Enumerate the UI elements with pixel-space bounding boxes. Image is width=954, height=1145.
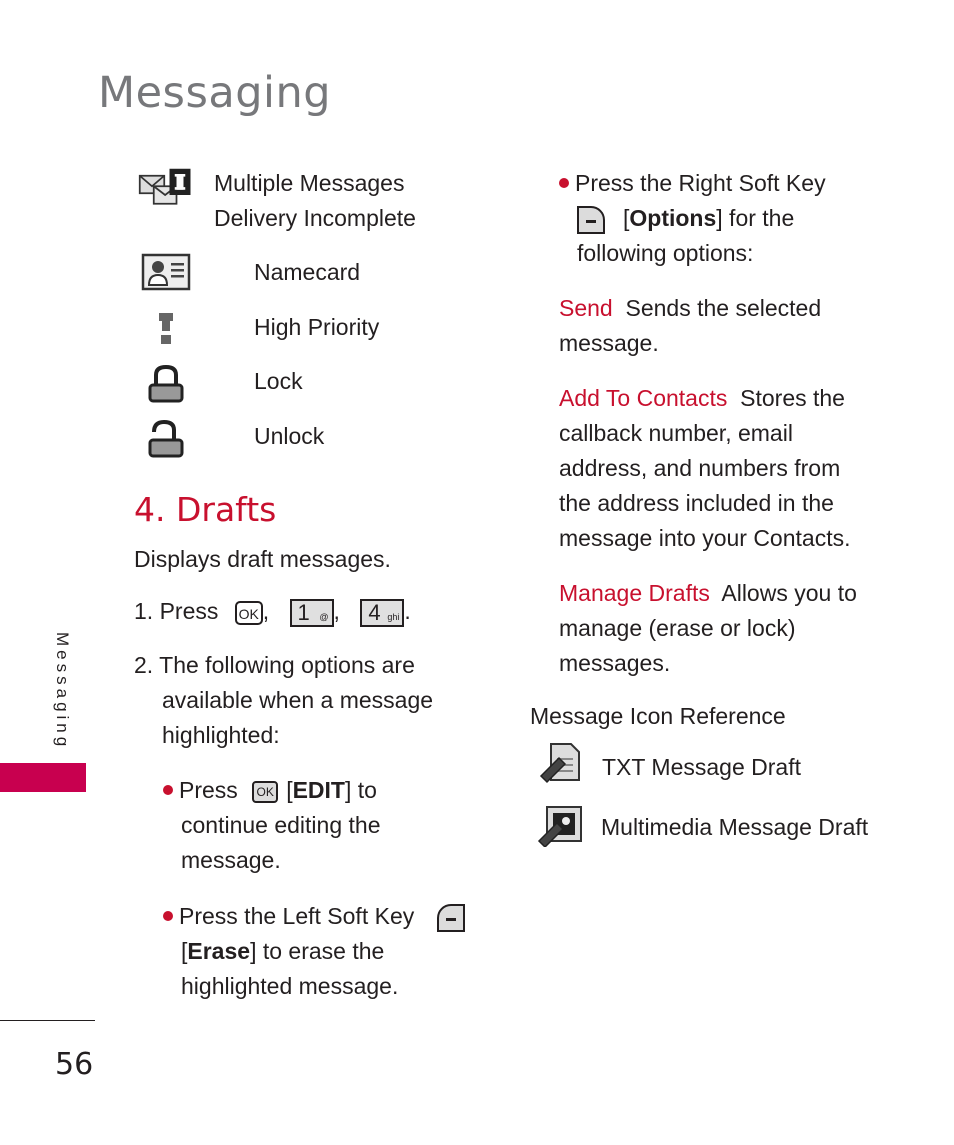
bullet-icon [559,178,569,188]
ok-key-icon: OK [252,780,279,803]
step-2: 2. The following options are available w… [134,648,433,753]
option-desc: Allows you to [721,580,857,606]
option-desc: Stores the [740,385,845,411]
right-soft-key-icon [577,205,605,234]
bullet-line: continue editing the [181,812,381,838]
period: . [404,598,411,624]
icon-label-high-priority: High Priority [254,314,380,340]
option-desc: message into your Contacts. [559,525,851,551]
bullet-options: Press the Right Soft Key [Options] for t… [559,166,826,271]
edit-label: EDIT [292,777,345,803]
options-label: Options [629,205,717,231]
option-desc: address, and numbers from [559,455,841,481]
key-label: 1 [297,599,310,625]
ok-key-icon: OK [234,600,263,625]
separator: , [333,598,340,624]
key-1-icon: 1 @ [289,598,334,627]
side-section-label: Messaging [53,632,72,751]
option-send: Send Sends the selected message. [559,291,889,361]
page-number: 56 [55,1047,94,1082]
bullet-text: for the [722,205,795,231]
bullet-line: following options: [577,240,754,266]
bullet-text: Press [179,777,238,803]
lock-icon [138,362,194,408]
option-desc: callback number, email [559,420,793,446]
txt-message-draft-icon [534,740,586,786]
bullet-text: to [351,777,377,803]
icon-label-line: Delivery Incomplete [214,205,416,231]
icon-label-line: Multiple Messages [214,170,405,196]
key-4-icon: 4 ghi [360,598,405,627]
bullet-text: to erase the [256,938,385,964]
unlock-icon [138,417,194,463]
step-2-line: highlighted: [162,722,280,748]
option-desc: manage (erase or lock) [559,615,796,641]
separator: , [262,598,270,624]
bullet-icon [163,785,173,795]
step-2-line: 2. The following options are [134,652,415,678]
bullet-text: Press the Right Soft Key [575,170,826,196]
key-label: 4 [368,599,381,625]
option-manage-drafts: Manage Drafts Allows you to manage (eras… [559,576,889,681]
icon-label-multiple-messages: Multiple Messages Delivery Incomplete [214,166,416,236]
bullet-line: highlighted message. [181,973,399,999]
txt-message-draft-label: TXT Message Draft [602,754,801,780]
icon-label-lock: Lock [254,368,303,394]
section-heading-drafts: 4. Drafts [134,490,277,529]
key-sub-label: ghi [387,611,400,622]
bullet-line: message. [181,847,281,873]
left-soft-key-icon [436,903,465,932]
bullet-erase: Press the Left Soft Key [Erase] to erase… [163,899,465,1004]
multimedia-message-draft-label: Multimedia Message Draft [601,814,869,840]
bullet-text: Press the Left Soft Key [179,903,415,929]
option-term: Manage Drafts [559,580,710,606]
option-desc: messages. [559,650,671,676]
step-2-line: available when a message [162,687,434,713]
multimedia-message-draft-icon [534,803,586,849]
key-sub-label: @ [319,611,329,622]
option-term: Add To Contacts [559,385,728,411]
bullet-edit: Press OK [EDIT] to continue editing the m… [163,773,381,878]
namecard-icon [138,249,194,295]
side-section-tab [0,763,86,792]
multiple-messages-delivery-incomplete-icon [138,165,194,211]
message-icon-reference-heading: Message Icon Reference [530,703,786,729]
icon-label-unlock: Unlock [254,423,325,449]
option-desc: the address included in the [559,490,834,516]
step-1-text: 1. Press [134,598,219,624]
option-desc: Sends the selected [625,295,822,321]
drafts-description: Displays draft messages. [134,546,391,572]
option-desc: message. [559,330,659,356]
page-title: Messaging [98,68,332,118]
high-priority-icon [138,306,194,352]
option-add-to-contacts: Add To Contacts Stores the callback numb… [559,381,889,556]
icon-label-namecard: Namecard [254,259,361,285]
option-term: Send [559,295,613,321]
step-1: 1. Press OK, 1 @, 4 ghi. [134,594,411,629]
erase-label: Erase [187,938,251,964]
bullet-icon [163,911,173,921]
footer-divider [0,1020,95,1021]
